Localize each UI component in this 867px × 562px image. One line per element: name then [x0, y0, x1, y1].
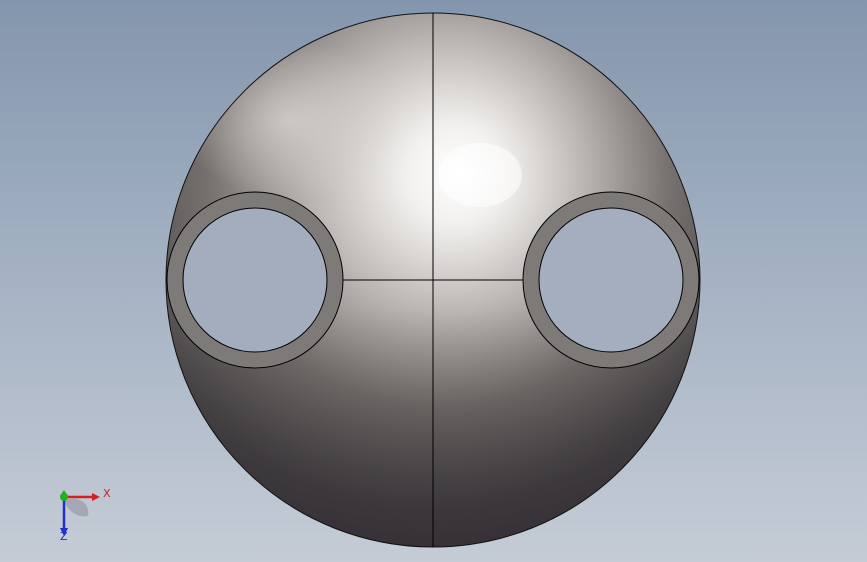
right-tube-hole[interactable] [522, 191, 700, 369]
x-axis-arrow [92, 493, 100, 501]
axis-z-label: Z [60, 530, 68, 543]
axis-x-label: X [103, 487, 111, 500]
triad-shadow [64, 498, 89, 517]
y-axis-arrow [60, 490, 68, 496]
orientation-triad: X Z [40, 478, 120, 548]
graphics-viewport[interactable]: X Z [0, 0, 867, 562]
left-tube-hole[interactable] [166, 191, 344, 369]
model-view[interactable] [0, 0, 867, 562]
